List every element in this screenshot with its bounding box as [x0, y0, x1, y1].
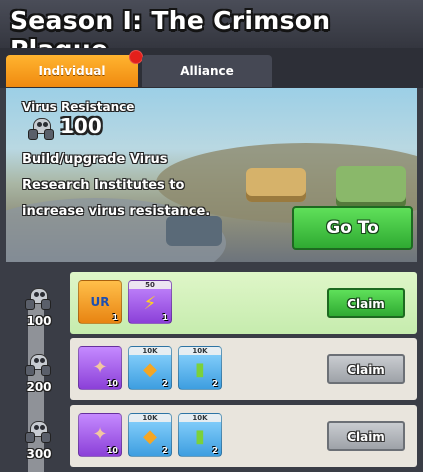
milestone-level: 100: [26, 314, 52, 328]
claim-button[interactable]: Claim: [327, 288, 405, 318]
tab-bar: Individual Alliance: [0, 48, 423, 88]
tab-alliance[interactable]: Alliance: [142, 55, 272, 87]
ur-badge-icon[interactable]: UR 1: [78, 280, 122, 324]
lightning-speedup-icon[interactable]: 50 ⚡ 1: [128, 280, 172, 324]
reward-count: 10: [106, 446, 118, 455]
gas-mask-icon: [25, 288, 51, 310]
tab-individual[interactable]: Individual: [6, 50, 143, 87]
gas-mask-icon: [25, 354, 51, 376]
milestone-tier: 200: [20, 348, 54, 398]
tab-individual-label: Individual: [38, 64, 106, 78]
hero-shard-icon[interactable]: ✦ 10: [78, 346, 122, 390]
reward-count: 2: [162, 446, 168, 455]
virus-resistance-value: 100: [60, 114, 102, 138]
oil-vial-icon[interactable]: 10K ▮ 2: [178, 413, 222, 457]
milestone-tier: 100: [20, 282, 54, 332]
go-to-button[interactable]: Go To: [292, 206, 413, 250]
reward-count: 2: [212, 446, 218, 455]
hero-shard-icon[interactable]: ✦ 10: [78, 413, 122, 457]
milestone-row: ✦ 10 10K ◆ 2 10K ▮ 2 Claim: [70, 405, 417, 467]
claim-button[interactable]: Claim: [327, 354, 405, 384]
tab-alliance-label: Alliance: [180, 64, 234, 78]
tank-illustration: [246, 168, 306, 202]
gas-mask-icon: [25, 421, 51, 443]
tank-illustration: [336, 166, 406, 208]
gas-mask-icon: [28, 118, 54, 140]
reward-tag: 10K: [129, 414, 171, 422]
ore-resource-icon[interactable]: 10K ◆ 2: [128, 346, 172, 390]
reward-count: 1: [112, 313, 118, 322]
ore-resource-icon[interactable]: 10K ◆ 2: [128, 413, 172, 457]
reward-tag: 10K: [179, 347, 221, 355]
notification-dot-icon: [129, 50, 143, 64]
reward-tag: 50: [129, 281, 171, 289]
milestone-row: ✦ 10 10K ◆ 2 10K ▮ 2 Claim: [70, 338, 417, 400]
milestone-level: 300: [26, 447, 52, 461]
milestone-level: 200: [26, 380, 52, 394]
milestone-row: UR 1 50 ⚡ 1 Claim: [70, 272, 417, 334]
claim-button[interactable]: Claim: [327, 421, 405, 451]
oil-vial-icon[interactable]: 10K ▮ 2: [178, 346, 222, 390]
milestone-tier: 300: [20, 415, 54, 465]
reward-count: 2: [212, 379, 218, 388]
reward-tag: 10K: [129, 347, 171, 355]
title-bar: Season I: The Crimson Plague: [0, 0, 423, 64]
reward-count: 1: [162, 313, 168, 322]
reward-count: 10: [106, 379, 118, 388]
virus-resistance-label: Virus Resistance: [22, 100, 135, 114]
banner-description: Build/upgrade Virus Research Institutes …: [22, 152, 211, 219]
reward-count: 2: [162, 379, 168, 388]
reward-tag: 10K: [179, 414, 221, 422]
